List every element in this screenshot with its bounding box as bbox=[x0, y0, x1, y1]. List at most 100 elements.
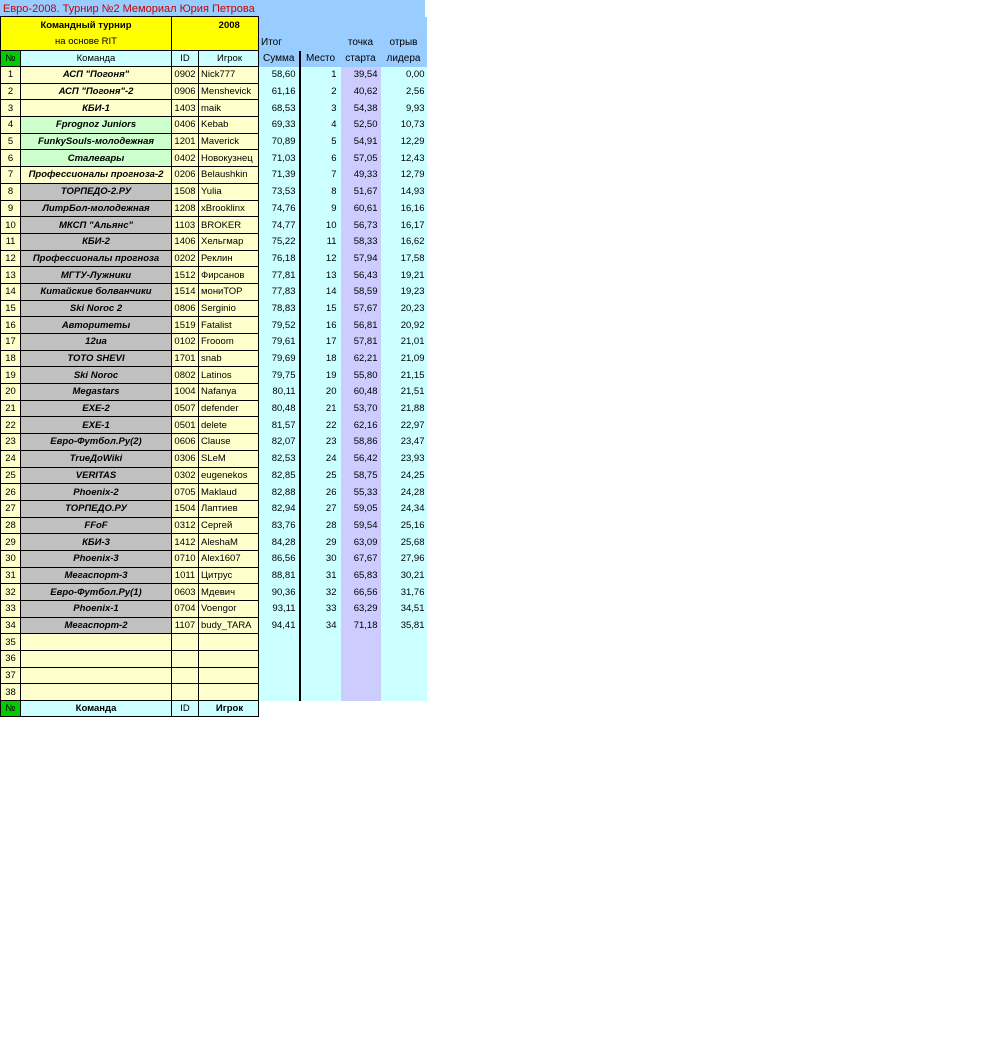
team-id: 0302 bbox=[171, 466, 199, 485]
total-sum: 94,41 bbox=[258, 617, 301, 634]
place: 19 bbox=[299, 366, 341, 384]
player-name: Alex1607 bbox=[198, 549, 259, 568]
start-point bbox=[340, 683, 381, 701]
standings-table: Командный турнир 2008 на основе RIT Итог… bbox=[0, 16, 427, 718]
col-header-mesto: Место bbox=[298, 50, 341, 67]
place: 1 bbox=[299, 66, 341, 84]
team-name: EXE-1 bbox=[20, 416, 172, 435]
total-sum: 83,76 bbox=[258, 517, 301, 534]
gap-to-leader: 23,93 bbox=[380, 450, 427, 467]
team-id: 0202 bbox=[171, 249, 199, 268]
team-name: Мегаспорт-2 bbox=[20, 616, 172, 635]
start-point: 51,67 bbox=[340, 183, 381, 200]
team-name: Авторитеты bbox=[20, 316, 172, 334]
table-row: 10 МКСП "Альянс" 1103 BROKER 74,77 10 56,73 16,… bbox=[0, 216, 427, 234]
start-point: 57,05 bbox=[340, 149, 381, 167]
team-id: 1107 bbox=[171, 616, 199, 635]
table-row: 30 Phoenix-3 0710 Alex1607 86,56 30 67,67 27,96 bbox=[0, 549, 427, 568]
table-row: 32 Евро-Футбол.Ру(1) 0603 Мдевич 90,36 32 66,5… bbox=[0, 583, 427, 601]
player-name: xBrooklinx bbox=[198, 199, 259, 218]
place: 2 bbox=[299, 83, 341, 100]
table-row: 27 ТОРПЕДО.РУ 1504 Лаптиев 82,94 27 59,05 24,34 bbox=[0, 499, 427, 518]
team-id: 1701 bbox=[171, 349, 199, 368]
team-id: 0501 bbox=[171, 416, 199, 435]
team-name: Профессионалы прогноза-2 bbox=[20, 166, 172, 184]
team-id: 0402 bbox=[171, 149, 199, 168]
gap-to-leader: 19,23 bbox=[380, 283, 427, 301]
row-num: 26 bbox=[0, 483, 21, 501]
team-name: ТОРПЕДО.РУ bbox=[20, 499, 172, 518]
team-name: Phoenix-2 bbox=[20, 483, 172, 501]
start-point: 57,94 bbox=[340, 250, 381, 267]
start-point: 63,09 bbox=[340, 533, 381, 551]
row-num: 29 bbox=[0, 533, 21, 551]
table-row: 8 ТОРПЕДО-2.РУ 1508 Yulia 73,53 8 51,67 14,93 bbox=[0, 182, 427, 201]
table-row: 21 EXE-2 0507 defender 80,48 21 53,70 21,88 bbox=[0, 399, 427, 418]
team-id bbox=[171, 650, 199, 668]
player-name: Nafanya bbox=[198, 383, 259, 401]
place: 33 bbox=[299, 600, 341, 618]
row-num: 7 bbox=[0, 166, 21, 184]
place: 6 bbox=[299, 149, 341, 167]
player-name bbox=[198, 666, 259, 685]
header-blank bbox=[171, 16, 199, 34]
header-team-line1: Командный турнир bbox=[0, 16, 172, 34]
team-name: EXE-2 bbox=[20, 399, 172, 418]
team-name: Сталевары bbox=[20, 149, 172, 168]
place: 27 bbox=[299, 500, 341, 518]
start-point: 58,33 bbox=[340, 233, 381, 251]
col-header-id: ID bbox=[171, 50, 199, 67]
col-header-lidera: лидера bbox=[380, 50, 427, 67]
team-id: 0603 bbox=[171, 583, 199, 601]
table-row: 25 VERITAS 0302 eugenekos 82,85 25 58,75 24,25 bbox=[0, 466, 427, 485]
table-row: 24 TrueДоWiki 0306 SLeM 82,53 24 56,42 23,93 bbox=[0, 449, 427, 468]
place: 10 bbox=[299, 216, 341, 234]
player-name: Serginio bbox=[198, 299, 259, 318]
place: 30 bbox=[299, 550, 341, 568]
row-num: 34 bbox=[0, 616, 21, 635]
start-point: 62,16 bbox=[340, 416, 381, 434]
table-row: 17 12ua 0102 Frooom 79,61 17 57,81 21,01 bbox=[0, 333, 427, 351]
team-id: 1508 bbox=[171, 182, 199, 201]
gap-to-leader bbox=[380, 633, 427, 651]
row-num: 14 bbox=[0, 282, 21, 301]
start-point: 63,29 bbox=[340, 600, 381, 618]
place: 21 bbox=[299, 400, 341, 417]
player-name: AleshaM bbox=[198, 533, 259, 551]
total-sum: 74,76 bbox=[258, 200, 301, 217]
total-sum: 82,07 bbox=[258, 433, 301, 451]
total-sum: 90,36 bbox=[258, 583, 301, 601]
place bbox=[299, 667, 341, 684]
team-name: МГТУ-Лужники bbox=[20, 266, 172, 284]
row-num: 1 bbox=[0, 66, 21, 84]
start-point: 57,81 bbox=[340, 333, 381, 351]
table-row: 28 FFoF 0312 Сергей 83,76 28 59,54 25,16 bbox=[0, 516, 427, 535]
start-point: 52,50 bbox=[340, 116, 381, 134]
total-sum: 71,03 bbox=[258, 149, 301, 167]
team-name: Megastars bbox=[20, 383, 172, 401]
gap-to-leader: 14,93 bbox=[380, 183, 427, 200]
team-name bbox=[20, 666, 172, 685]
gap-to-leader: 21,15 bbox=[380, 366, 427, 384]
table-row: 16 Авторитеты 1519 Fatalist 79,52 16 56,81 20,9… bbox=[0, 316, 427, 334]
team-id: 0806 bbox=[171, 299, 199, 318]
header-tochka: точка bbox=[340, 33, 381, 51]
gap-to-leader: 16,62 bbox=[380, 233, 427, 251]
total-sum: 68,53 bbox=[258, 99, 301, 117]
player-name: Clause bbox=[198, 433, 259, 451]
place: 8 bbox=[299, 183, 341, 200]
row-num: 11 bbox=[0, 232, 21, 251]
team-name: АСП "Погоня"-2 bbox=[20, 82, 172, 101]
start-point bbox=[340, 650, 381, 668]
total-sum bbox=[258, 650, 301, 668]
table-row: 29 КБИ-3 1412 AleshaM 84,28 29 63,09 25,68 bbox=[0, 533, 427, 551]
team-id: 1406 bbox=[171, 232, 199, 251]
gap-to-leader: 20,92 bbox=[380, 316, 427, 334]
place: 25 bbox=[299, 467, 341, 484]
team-id bbox=[171, 683, 199, 702]
start-point: 62,21 bbox=[340, 350, 381, 367]
team-id: 1512 bbox=[171, 266, 199, 284]
total-sum: 75,22 bbox=[258, 233, 301, 251]
table-row: 4 Fprognoz Juniors 0406 Kebab 69,33 4 52,50 10,… bbox=[0, 116, 427, 134]
row-num: 32 bbox=[0, 583, 21, 601]
